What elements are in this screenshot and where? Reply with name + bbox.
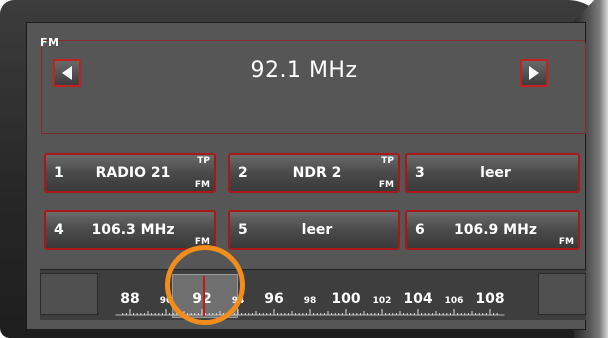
preset-name: leer xyxy=(301,222,333,238)
preset-button-3[interactable]: 3 leer xyxy=(405,153,580,193)
preset-number: 6 xyxy=(415,222,425,238)
preset-name: 106.3 MHz xyxy=(91,222,175,238)
fm-indicator: FM xyxy=(558,237,574,247)
preset-number: 4 xyxy=(54,222,64,238)
fm-indicator: FM xyxy=(194,180,210,190)
tp-indicator: TP xyxy=(197,156,210,166)
preset-button-1[interactable]: 1 RADIO 21 TP FM xyxy=(44,153,216,193)
tp-indicator: TP xyxy=(381,156,394,166)
preset-name: 106.9 MHz xyxy=(454,222,537,238)
band-label: FM xyxy=(40,36,60,49)
frequency-scale-bar xyxy=(40,269,586,320)
preset-number: 1 xyxy=(54,165,64,181)
preset-button-6[interactable]: 6 106.9 MHz FM xyxy=(405,210,580,250)
scale-left-end xyxy=(40,273,98,315)
preset-number: 3 xyxy=(415,165,425,181)
preset-number: 2 xyxy=(238,165,248,181)
preset-button-4[interactable]: 4 106.3 MHz FM xyxy=(44,210,216,250)
highlight-circle xyxy=(165,245,245,325)
scale-right-end xyxy=(538,273,586,315)
preset-name: NDR 2 xyxy=(292,165,342,181)
section-divider xyxy=(41,133,586,134)
tuner-panel xyxy=(41,40,586,133)
preset-name: leer xyxy=(480,165,511,181)
preset-name: RADIO 21 xyxy=(95,165,171,181)
preset-button-5[interactable]: 5 leer xyxy=(228,210,400,250)
frequency-display: 92.1 MHz xyxy=(250,58,358,83)
preset-number: 5 xyxy=(238,222,248,238)
preset-button-2[interactable]: 2 NDR 2 TP FM xyxy=(228,153,400,193)
right-arrow-icon xyxy=(529,66,539,80)
seek-up-button[interactable] xyxy=(520,59,548,87)
fm-indicator: FM xyxy=(378,180,394,190)
